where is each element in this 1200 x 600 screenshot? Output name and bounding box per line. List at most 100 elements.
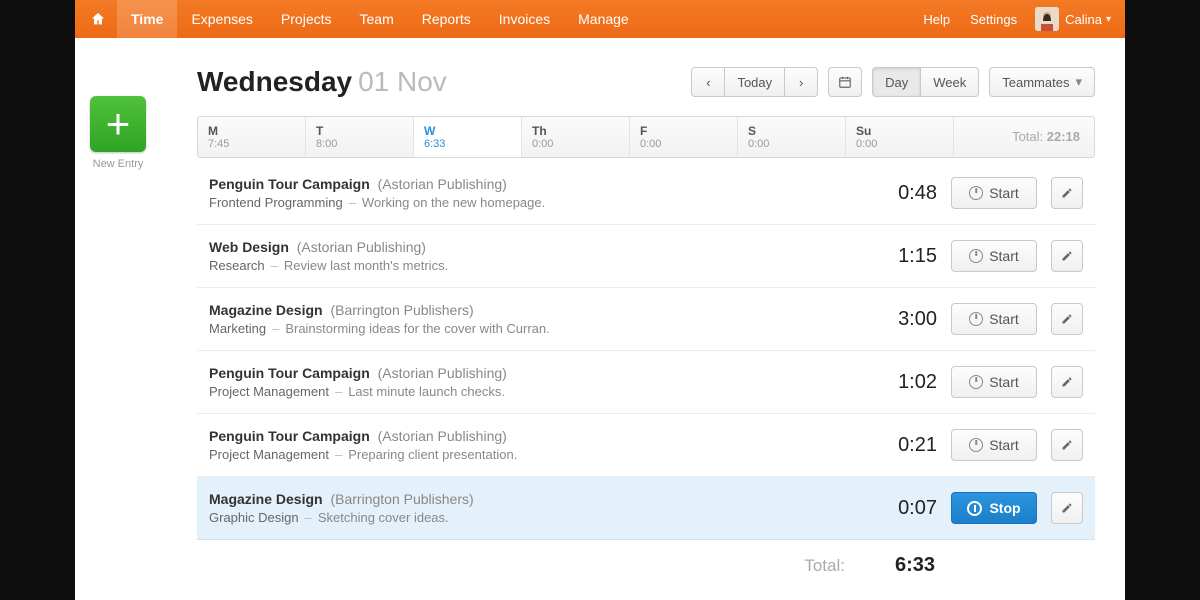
stop-icon [967,501,982,516]
day-view-button[interactable]: Day [872,67,921,97]
entry-client: (Astorian Publishing) [378,365,507,381]
start-label: Start [989,311,1019,327]
entry-client: (Astorian Publishing) [297,239,426,255]
weekday-abbr: W [424,124,511,138]
clock-icon [969,375,983,389]
nav-item-expenses[interactable]: Expenses [177,0,266,38]
edit-entry-button[interactable] [1051,303,1083,335]
entry-project: Magazine Design [209,302,323,318]
nav-item-team[interactable]: Team [346,0,408,38]
teammates-label: Teammates [1002,75,1069,90]
teammates-dropdown[interactable]: Teammates ▾ [989,67,1095,97]
prev-day-button[interactable]: ‹ [691,67,725,97]
weekday-abbr: Su [856,124,943,138]
today-button[interactable]: Today [724,67,785,97]
time-entry-row: Magazine Design (Barrington Publishers)M… [197,288,1095,351]
home-icon[interactable] [89,10,107,28]
nav-item-time[interactable]: Time [117,0,177,38]
week-total-value: 22:18 [1047,129,1080,144]
edit-entry-button[interactable] [1051,492,1083,524]
calendar-button[interactable] [828,67,862,97]
weekday-cell[interactable]: F0:00 [630,117,738,157]
next-day-button[interactable]: › [784,67,818,97]
nav-item-invoices[interactable]: Invoices [485,0,564,38]
date-weekday: Wednesday [197,66,352,97]
pencil-icon [1061,313,1073,325]
day-total-row: Total: 6:33 [197,540,1095,597]
clock-icon [969,312,983,326]
entry-project: Penguin Tour Campaign [209,365,370,381]
weekday-cell[interactable]: S0:00 [738,117,846,157]
entry-task: Graphic Design [209,510,299,525]
weekday-cell[interactable]: Th0:00 [522,117,630,157]
edit-entry-button[interactable] [1051,429,1083,461]
user-menu[interactable]: Calina ▾ [1027,7,1111,31]
new-entry-button[interactable]: + [90,96,146,152]
entry-client: (Barrington Publishers) [330,491,473,507]
clock-icon [969,438,983,452]
time-entry-row: Penguin Tour Campaign (Astorian Publishi… [197,162,1095,225]
start-timer-button[interactable]: Start [951,429,1037,461]
help-link[interactable]: Help [913,12,960,27]
nav-item-projects[interactable]: Projects [267,0,346,38]
entry-task: Research [209,258,265,273]
clock-icon [969,249,983,263]
week-summary-bar: M7:45T8:00W6:33Th0:00F0:00S0:00Su0:00Tot… [197,116,1095,158]
entry-client: (Astorian Publishing) [378,428,507,444]
time-entry-row: Magazine Design (Barrington Publishers)G… [197,477,1095,540]
entry-notes: Sketching cover ideas. [318,510,449,525]
weekday-hours: 0:00 [640,138,727,150]
start-timer-button[interactable]: Start [951,240,1037,272]
weekday-abbr: F [640,124,727,138]
entry-project: Web Design [209,239,289,255]
stop-timer-button[interactable]: Stop [951,492,1037,524]
entry-duration: 0:07 [871,497,937,520]
nav-item-manage[interactable]: Manage [564,0,643,38]
start-label: Start [989,248,1019,264]
weekday-cell[interactable]: T8:00 [306,117,414,157]
edit-entry-button[interactable] [1051,240,1083,272]
day-total-value: 6:33 [895,554,935,577]
start-timer-button[interactable]: Start [951,177,1037,209]
stop-label: Stop [989,500,1020,516]
entry-project: Penguin Tour Campaign [209,428,370,444]
entry-task: Frontend Programming [209,195,343,210]
date-rest: 01 Nov [358,66,447,97]
settings-link[interactable]: Settings [960,12,1027,27]
entry-notes: Preparing client presentation. [348,447,517,462]
new-entry-panel: + New Entry [75,96,161,170]
entry-duration: 3:00 [871,308,937,331]
entry-notes: Working on the new homepage. [362,195,545,210]
pencil-icon [1061,502,1073,514]
entry-client: (Barrington Publishers) [330,302,473,318]
entry-task: Project Management [209,447,329,462]
entry-duration: 1:02 [871,371,937,394]
weekday-abbr: T [316,124,403,138]
entry-client: (Astorian Publishing) [378,176,507,192]
top-nav: TimeExpensesProjectsTeamReportsInvoicesM… [75,0,1125,38]
pencil-icon [1061,250,1073,262]
pencil-icon [1061,376,1073,388]
entry-duration: 0:48 [871,182,937,205]
start-label: Start [989,437,1019,453]
edit-entry-button[interactable] [1051,177,1083,209]
start-timer-button[interactable]: Start [951,303,1037,335]
week-view-button[interactable]: Week [920,67,979,97]
start-timer-button[interactable]: Start [951,366,1037,398]
pencil-icon [1061,187,1073,199]
new-entry-label: New Entry [75,158,161,170]
weekday-cell[interactable]: M7:45 [198,117,306,157]
entry-project: Penguin Tour Campaign [209,176,370,192]
avatar [1035,7,1059,31]
date-heading: Wednesday01 Nov [197,66,447,98]
date-nav-group: ‹ Today › [691,67,818,97]
edit-entry-button[interactable] [1051,366,1083,398]
weekday-cell[interactable]: W6:33 [414,117,522,157]
nav-item-reports[interactable]: Reports [408,0,485,38]
week-total-label: Total: [1012,129,1047,144]
week-total-cell: Total: 22:18 [954,117,1094,157]
time-entry-row: Penguin Tour Campaign (Astorian Publishi… [197,351,1095,414]
weekday-hours: 0:00 [532,138,619,150]
weekday-cell[interactable]: Su0:00 [846,117,954,157]
time-entry-row: Penguin Tour Campaign (Astorian Publishi… [197,414,1095,477]
